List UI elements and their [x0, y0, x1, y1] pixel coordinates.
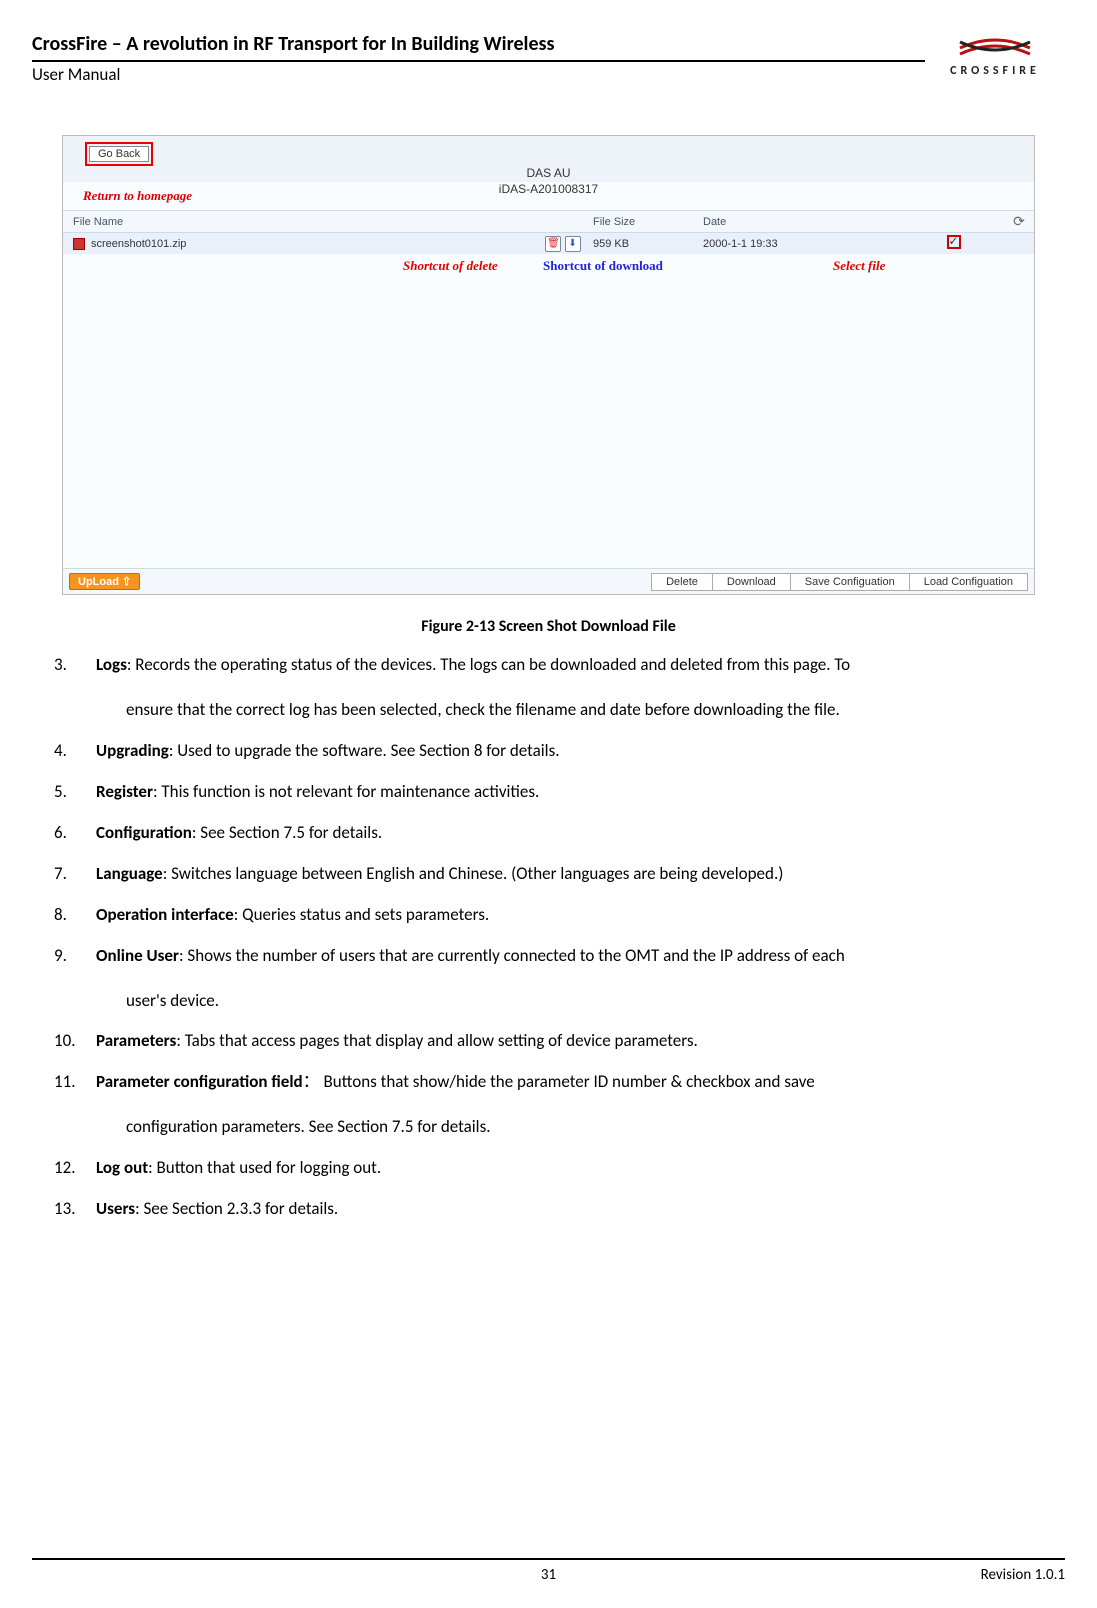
upload-button[interactable]: UpLoad ⇧	[69, 573, 140, 590]
list-body: Configuration: See Section 7.5 for detai…	[96, 822, 1047, 845]
list-item: 5.Register: This function is not relevan…	[50, 781, 1047, 804]
list-item: 13.Users: See Section 2.3.3 for details.	[50, 1198, 1047, 1221]
annotation-download: Shortcut of download	[543, 258, 663, 274]
goback-highlight: Go Back	[85, 142, 153, 166]
list-item: 12.Log out: Button that used for logging…	[50, 1157, 1047, 1180]
device-name: DAS AU	[63, 166, 1034, 180]
list-term: Logs	[96, 654, 127, 675]
doc-subtitle: User Manual	[32, 64, 925, 85]
select-checkbox[interactable]	[947, 235, 961, 249]
list-body: Logs: Records the operating status of th…	[96, 654, 1047, 722]
list-number: 12.	[50, 1157, 96, 1180]
list-item: 8.Operation interface: Queries status an…	[50, 904, 1047, 927]
list-number: 3.	[50, 654, 96, 722]
table-header: File Name File Size Date ⟳	[63, 210, 1034, 232]
brand-text: CROSSFIRE	[925, 64, 1065, 78]
page-number: 31	[32, 1566, 1065, 1584]
list-term: Language	[96, 863, 163, 884]
list-continuation: user's device.	[96, 990, 1047, 1013]
list-term: Parameters	[96, 1030, 176, 1051]
list-body: Log out: Button that used for logging ou…	[96, 1157, 1047, 1180]
list-continuation: configuration parameters. See Section 7.…	[96, 1116, 1047, 1139]
list-number: 9.	[50, 945, 96, 1013]
list-number: 11.	[50, 1071, 96, 1139]
list-number: 4.	[50, 740, 96, 763]
list-item: 6.Configuration: See Section 7.5 for det…	[50, 822, 1047, 845]
list-body: Parameters: Tabs that access pages that …	[96, 1030, 1047, 1053]
list-body: Parameter configuration field： Buttons t…	[96, 1071, 1047, 1139]
list-term: Register	[96, 781, 153, 802]
list-body: Language: Switches language between Engl…	[96, 863, 1047, 886]
list-body: Upgrading: Used to upgrade the software.…	[96, 740, 1047, 763]
file-size-cell: 959 KB	[593, 238, 703, 250]
list-term: Log out	[96, 1157, 148, 1178]
list-term: Upgrading	[96, 740, 169, 761]
list-body: Operation interface: Queries status and …	[96, 904, 1047, 927]
screenshot-figure: Go Back DAS AU iDAS-A201008317 Return to…	[62, 135, 1035, 595]
download-button[interactable]: Download	[713, 573, 791, 591]
go-back-button[interactable]: Go Back	[89, 146, 149, 162]
doc-title: CrossFire – A revolution in RF Transport…	[32, 32, 925, 56]
annotation-select: Select file	[833, 258, 885, 274]
list-number: 8.	[50, 904, 96, 927]
list-number: 13.	[50, 1198, 96, 1221]
list-number: 10.	[50, 1030, 96, 1053]
list-number: 6.	[50, 822, 96, 845]
device-id: iDAS-A201008317	[63, 182, 1034, 196]
list-body: Users: See Section 2.3.3 for details.	[96, 1198, 1047, 1221]
table-row[interactable]: screenshot0101.zip 🗑 ⬇ 959 KB 2000-1-1 1…	[63, 232, 1034, 254]
list-item: 3.Logs: Records the operating status of …	[50, 654, 1047, 722]
col-date: Date	[703, 216, 903, 228]
list-body: Register: This function is not relevant …	[96, 781, 1047, 804]
annotation-delete: Shortcut of delete	[403, 258, 498, 274]
list-term: Configuration	[96, 822, 192, 843]
crossfire-logo-icon	[955, 32, 1035, 62]
file-name-cell: screenshot0101.zip	[91, 238, 186, 250]
download-icon[interactable]: ⬇	[565, 236, 581, 252]
load-config-button[interactable]: Load Configuation	[910, 573, 1028, 591]
brand-logo: CROSSFIRE	[925, 32, 1065, 78]
list-item: 9.Online User: Shows the number of users…	[50, 945, 1047, 1013]
list-body: Online User: Shows the number of users t…	[96, 945, 1047, 1013]
list-term: Users	[96, 1198, 135, 1219]
col-filesize: File Size	[593, 216, 703, 228]
list-item: 7.Language: Switches language between En…	[50, 863, 1047, 886]
refresh-icon[interactable]: ⟳	[1013, 213, 1025, 229]
annotation-return-home: Return to homepage	[83, 188, 192, 204]
list-term: Online User	[96, 945, 179, 966]
save-config-button[interactable]: Save Configuation	[791, 573, 910, 591]
file-date-cell: 2000-1-1 19:33	[703, 238, 903, 250]
list-item: 11.Parameter configuration field： Button…	[50, 1071, 1047, 1139]
page-footer: 31 Revision 1.0.1	[32, 1558, 1065, 1584]
list-term: Parameter configuration field	[96, 1071, 303, 1092]
feature-list: 3.Logs: Records the operating status of …	[50, 654, 1047, 1221]
list-number: 5.	[50, 781, 96, 804]
list-item: 4.Upgrading: Used to upgrade the softwar…	[50, 740, 1047, 763]
delete-icon[interactable]: 🗑	[545, 236, 561, 252]
delete-button[interactable]: Delete	[651, 573, 713, 591]
list-item: 10.Parameters: Tabs that access pages th…	[50, 1030, 1047, 1053]
list-term: Operation interface	[96, 904, 234, 925]
page-header: CrossFire – A revolution in RF Transport…	[32, 32, 1065, 85]
figure-caption: Figure 2-13 Screen Shot Download File	[62, 617, 1035, 636]
list-continuation: ensure that the correct log has been sel…	[96, 699, 1047, 722]
col-filename: File Name	[63, 216, 533, 228]
zip-file-icon	[73, 238, 85, 250]
list-number: 7.	[50, 863, 96, 886]
